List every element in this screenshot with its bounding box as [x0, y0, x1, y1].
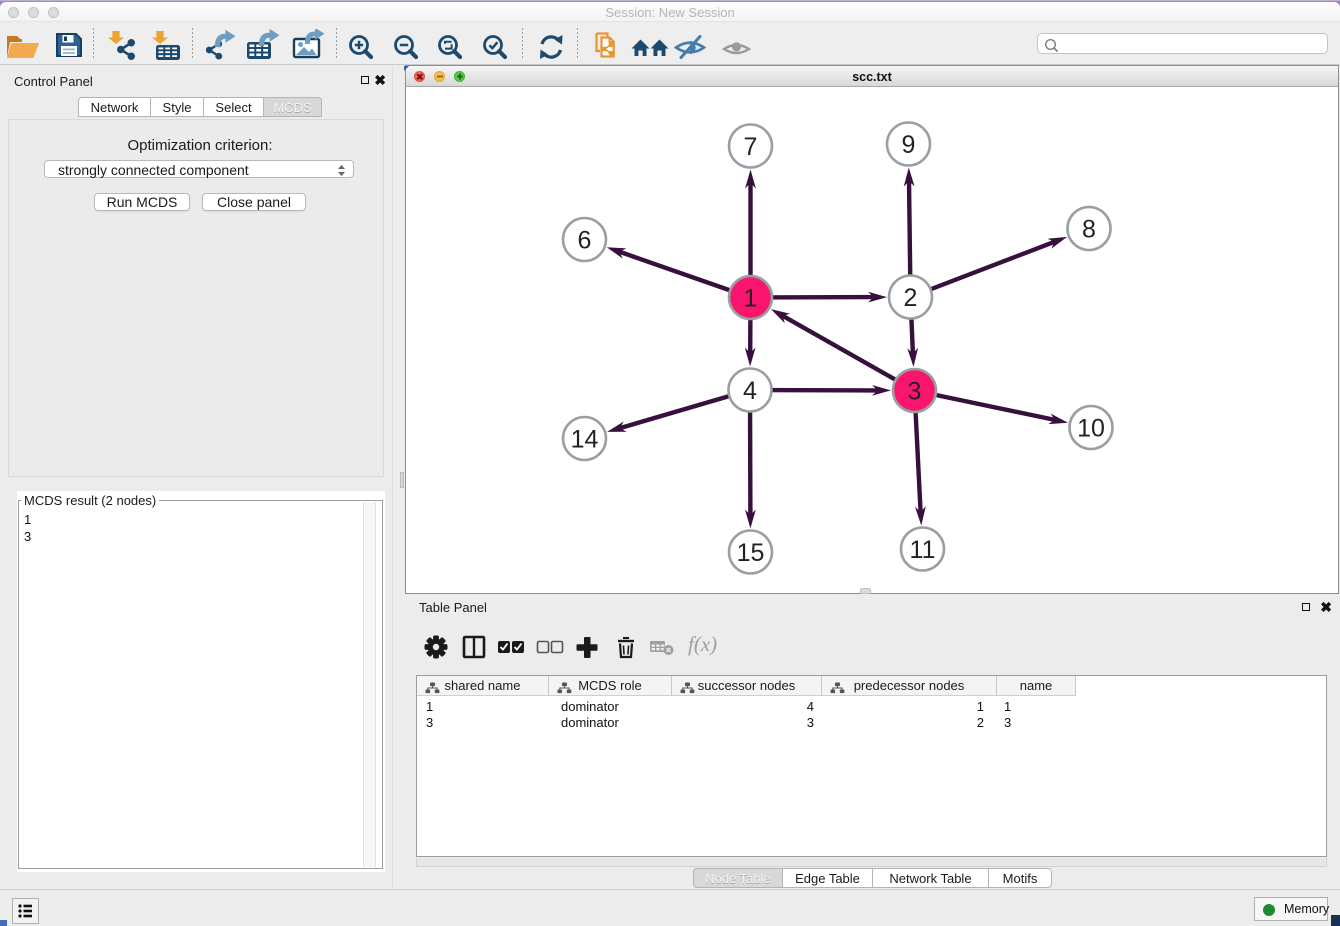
svg-text:8: 8	[1082, 216, 1096, 244]
svg-text:1: 1	[744, 285, 758, 313]
svg-text:3: 3	[908, 378, 922, 406]
svg-text:11: 11	[910, 536, 936, 564]
svg-text:9: 9	[902, 131, 916, 159]
svg-text:2: 2	[904, 284, 918, 312]
svg-text:7: 7	[744, 133, 758, 161]
svg-text:4: 4	[743, 377, 757, 405]
svg-text:15: 15	[737, 539, 765, 567]
svg-text:14: 14	[571, 426, 599, 454]
svg-text:6: 6	[578, 227, 592, 255]
svg-text:10: 10	[1077, 415, 1105, 443]
